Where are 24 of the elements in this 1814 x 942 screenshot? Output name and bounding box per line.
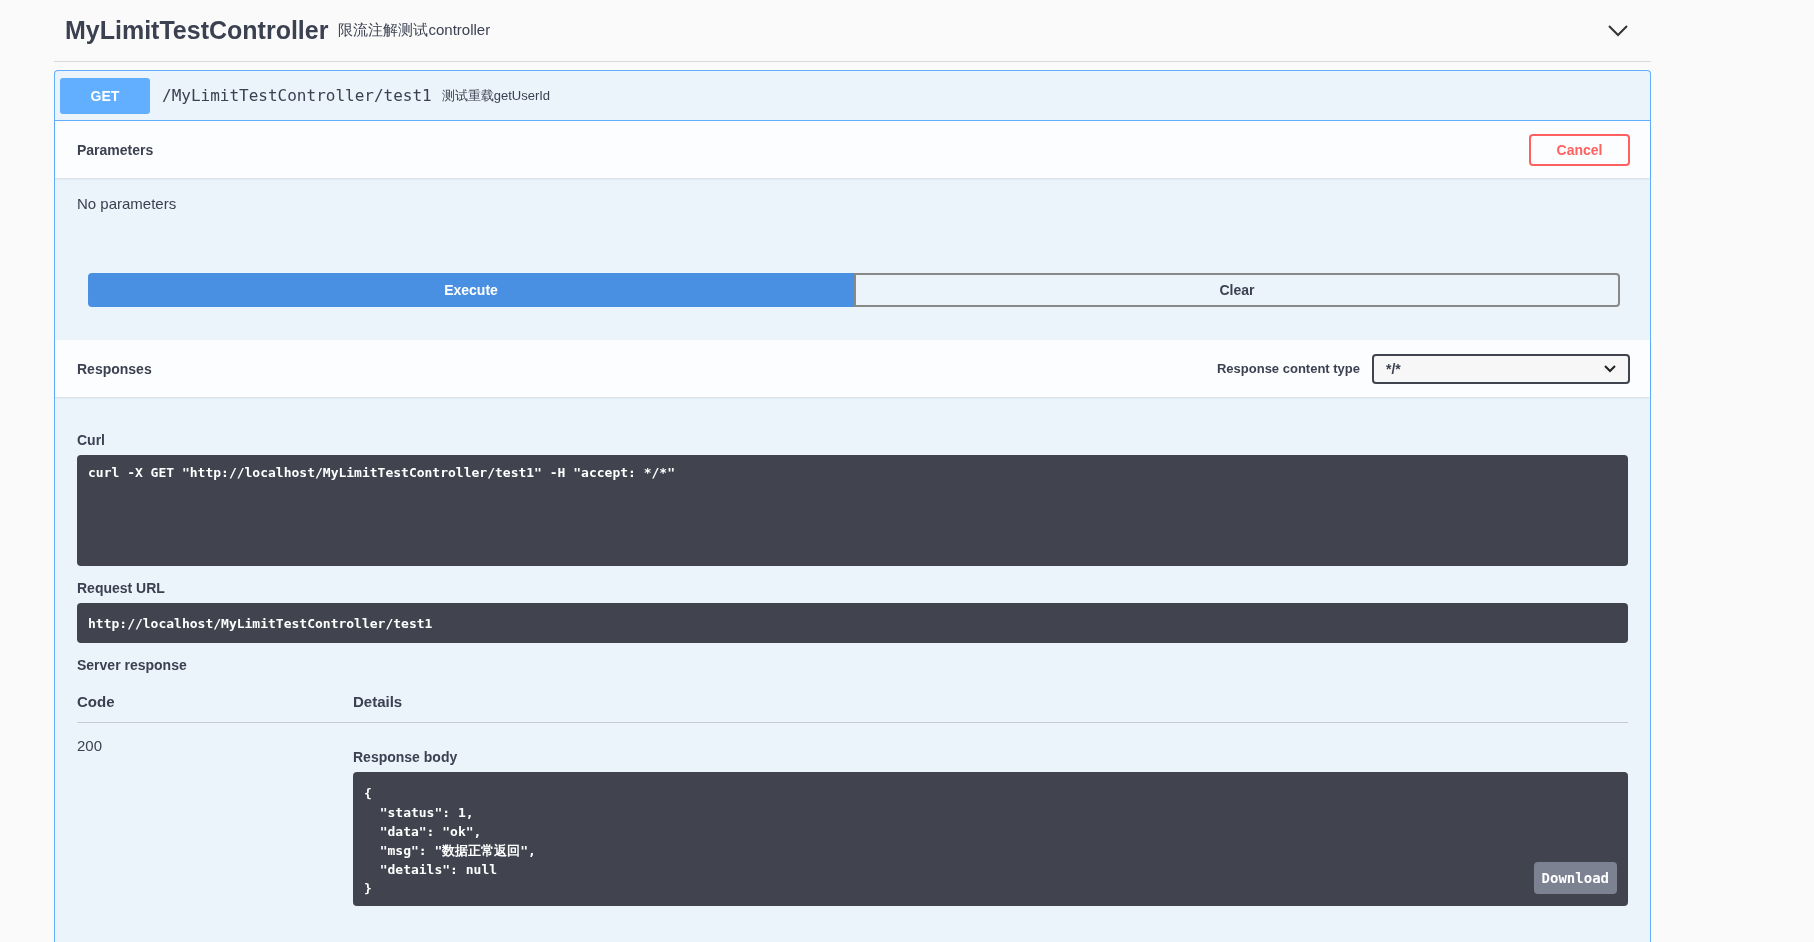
chevron-down-icon <box>1604 364 1616 373</box>
request-url: http://localhost/MyLimitTestController/test1 <box>77 603 1628 643</box>
section-label: Server response <box>77 657 188 673</box>
no-parameters-text: No parameters <box>76 194 178 214</box>
endpoint-summary: 测试重载getUserId <box>441 86 551 105</box>
section-label: Response body <box>353 749 459 765</box>
method-badge: GET <box>60 77 150 114</box>
tag-name[interactable]: MyLimitTestController <box>65 16 329 45</box>
clear-button[interactable]: Clear <box>854 273 1620 307</box>
section-title: Responses <box>77 360 153 377</box>
section-title: Parameters <box>77 141 155 158</box>
download-button[interactable]: Download <box>1533 862 1617 894</box>
endpoint-path: /MyLimitTestController/test1 <box>162 86 432 105</box>
section-label: Request URL <box>77 580 166 596</box>
section-label: Curl <box>77 432 106 448</box>
curl-command: curl -X GET "http://localhost/MyLimitTestController/test1" -H "accept: */*" <box>77 455 1628 566</box>
column-header: Code <box>77 693 116 710</box>
content-type-label: Response content type <box>1216 361 1360 376</box>
tag-description: 限流注解测试controller <box>338 21 492 40</box>
column-header: Details <box>353 693 404 710</box>
status-code: 200 <box>77 737 103 754</box>
chevron-down-icon[interactable] <box>1607 23 1629 38</box>
content-type-select[interactable]: */* <box>1372 353 1630 384</box>
response-json: { "status": 1, "data": "ok", "msg": "数据正常返回", "details": null } <box>364 786 536 896</box>
